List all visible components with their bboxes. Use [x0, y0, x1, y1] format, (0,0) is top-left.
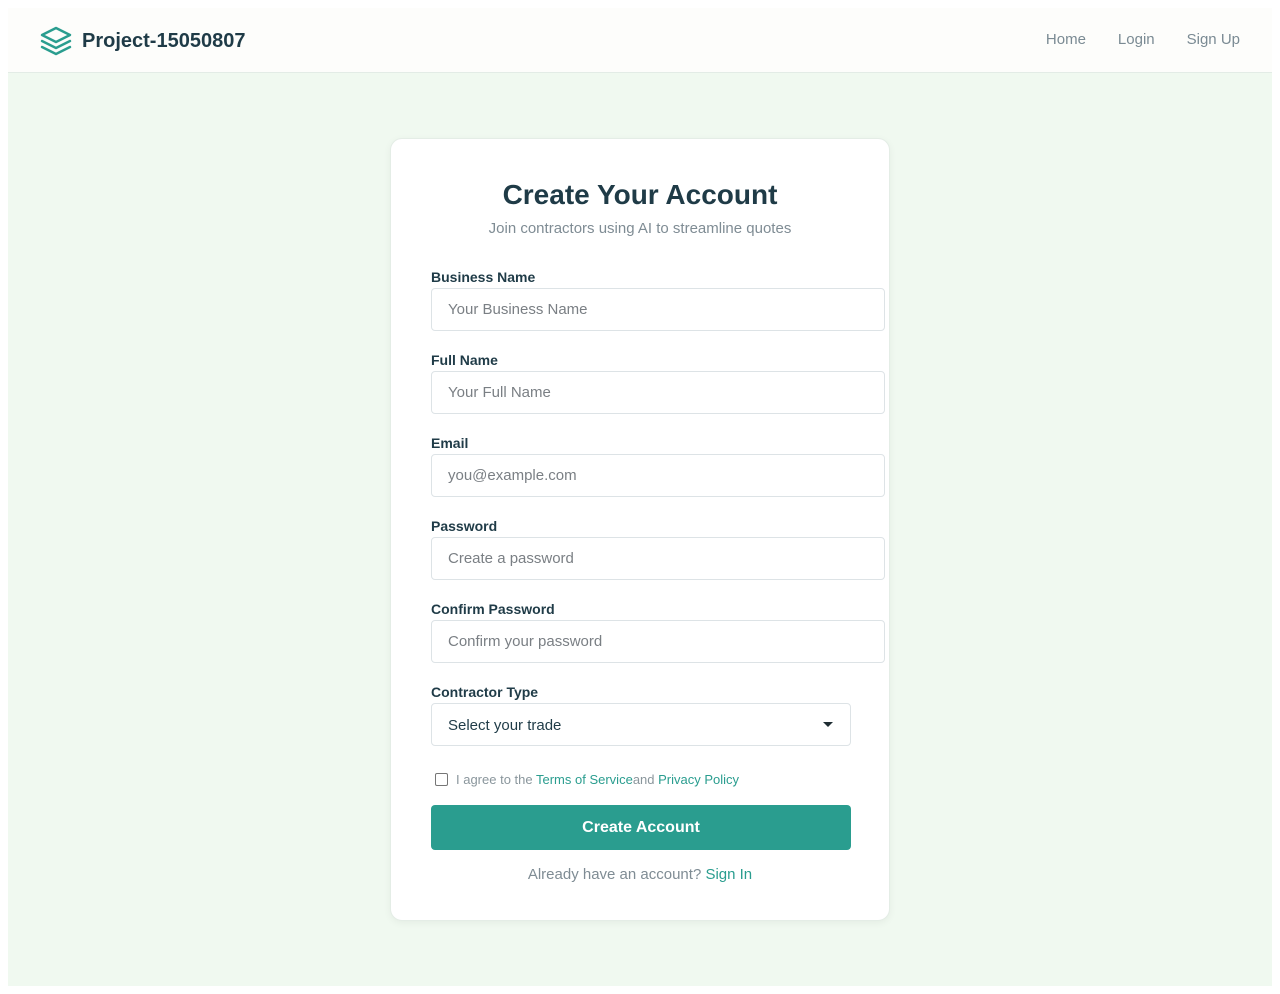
signup-card: Create Your Account Join contractors usi… [390, 138, 890, 921]
terms-of-service-link[interactable]: Terms of Service [536, 772, 633, 787]
full-name-label: Full Name [431, 352, 498, 368]
signin-link[interactable]: Sign In [705, 866, 752, 883]
page-subtitle: Join contractors using AI to streamline … [488, 220, 792, 237]
signin-prompt: Already have an account? Sign In [391, 866, 889, 883]
email-input[interactable] [431, 454, 885, 497]
nav-link-login[interactable]: Login [1118, 31, 1155, 48]
brand-name: Project-15050807 [82, 29, 246, 52]
top-navbar: Project-15050807 Home Login Sign Up [8, 8, 1272, 73]
nav-links: Home Login Sign Up [1014, 31, 1240, 48]
page-background: Project-15050807 Home Login Sign Up Crea… [8, 8, 1272, 986]
nav-link-home[interactable]: Home [1046, 31, 1086, 48]
password-input[interactable] [431, 537, 885, 580]
nav-link-signup[interactable]: Sign Up [1187, 31, 1240, 48]
confirm-password-label: Confirm Password [431, 601, 555, 617]
contractor-type-label: Contractor Type [431, 684, 539, 700]
confirm-password-input[interactable] [431, 620, 885, 663]
terms-prefix: I agree to the [456, 772, 536, 787]
page-title: Create Your Account [502, 179, 778, 210]
password-label: Password [431, 518, 498, 534]
signin-prompt-text: Already have an account? [527, 866, 702, 883]
layers-icon [40, 26, 72, 56]
chevron-down-icon [823, 722, 833, 727]
contractor-type-select[interactable]: Select your trade [431, 703, 851, 746]
brand[interactable]: Project-15050807 [40, 24, 245, 58]
terms-checkbox[interactable] [435, 773, 448, 786]
terms-agreement: I agree to the Terms of Serviceand Priva… [456, 772, 739, 787]
contractor-type-value: Select your trade [448, 717, 562, 734]
business-name-input[interactable] [431, 288, 885, 331]
create-account-button[interactable]: Create Account [431, 805, 851, 850]
privacy-policy-link[interactable]: Privacy Policy [658, 772, 739, 787]
full-name-input[interactable] [431, 371, 885, 414]
email-label: Email [431, 435, 469, 451]
business-name-label: Business Name [431, 269, 536, 285]
terms-middle: and [632, 772, 659, 787]
